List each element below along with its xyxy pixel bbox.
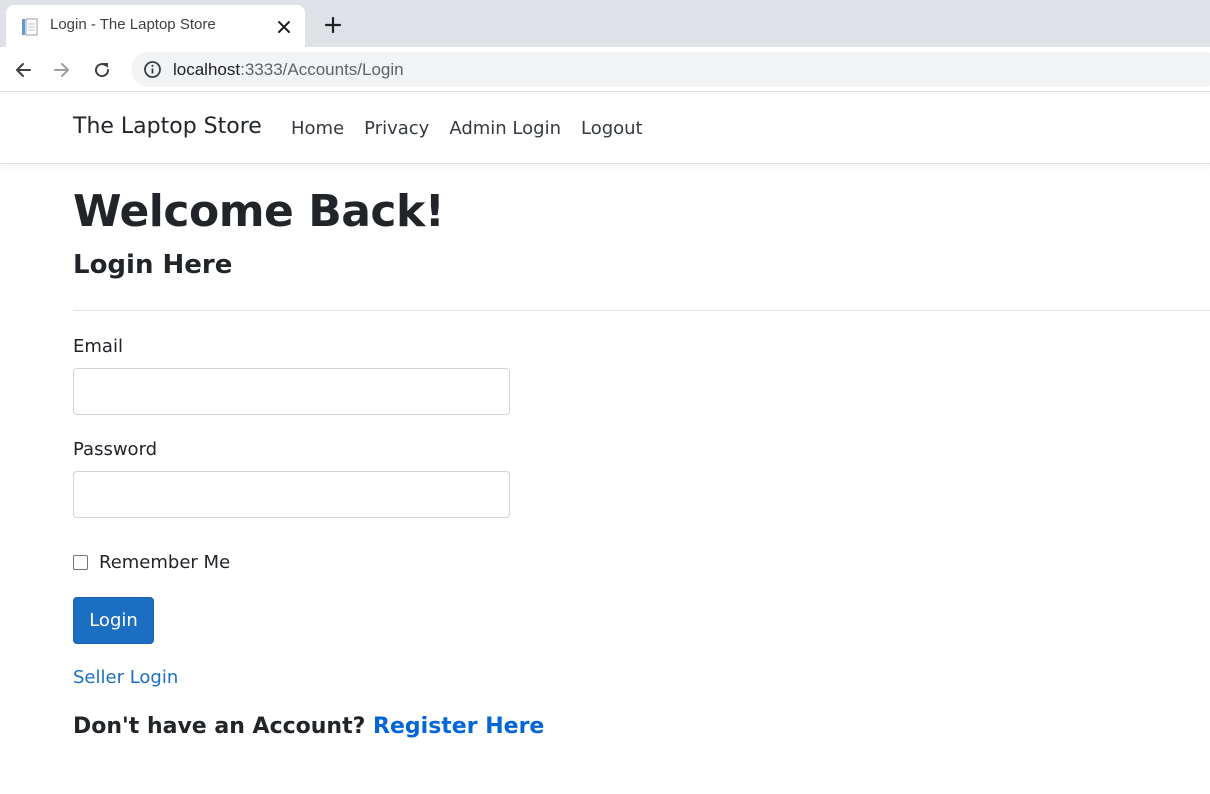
reload-icon[interactable]: [87, 55, 117, 85]
tab-title: Login - The Laptop Store: [50, 16, 216, 33]
address-bar[interactable]: localhost:3333/Accounts/Login: [131, 52, 1210, 87]
password-field[interactable]: [73, 471, 510, 518]
url-text: localhost:3333/Accounts/Login: [173, 60, 404, 80]
nav-link-home[interactable]: Home: [291, 118, 344, 139]
register-here-link[interactable]: Register Here: [373, 714, 544, 739]
site-info-icon[interactable]: [143, 60, 162, 79]
new-tab-plus-icon[interactable]: [320, 12, 346, 38]
browser-toolbar: localhost:3333/Accounts/Login: [0, 47, 1210, 92]
site-navbar: The Laptop Store Home Privacy Admin Logi…: [0, 93, 1210, 164]
back-arrow-icon[interactable]: [8, 55, 38, 85]
browser-tab-strip: Login - The Laptop Store: [0, 0, 1210, 47]
close-tab-icon[interactable]: [274, 17, 294, 37]
register-prompt-text: Don't have an Account?: [73, 714, 366, 739]
login-button[interactable]: Login: [73, 597, 154, 644]
nav-links: Home Privacy Admin Login Logout: [291, 118, 643, 139]
register-prompt-line: Don't have an Account? Register Here: [73, 714, 544, 739]
url-path: :3333/Accounts/Login: [240, 60, 404, 79]
header-divider: [73, 310, 1210, 311]
forward-arrow-icon[interactable]: [47, 55, 77, 85]
email-field[interactable]: [73, 368, 510, 415]
page-header: Welcome Back! Login Here: [73, 186, 1210, 280]
remember-me-row: Remember Me: [73, 552, 230, 573]
email-label: Email: [73, 336, 123, 357]
browser-tab[interactable]: Login - The Laptop Store: [6, 5, 305, 47]
seller-login-link[interactable]: Seller Login: [73, 667, 178, 688]
remember-me-checkbox[interactable]: [73, 555, 88, 570]
page-subtitle: Login Here: [73, 249, 233, 280]
page-favicon-icon: [20, 17, 40, 37]
nav-link-logout[interactable]: Logout: [581, 118, 643, 139]
navbar-brand[interactable]: The Laptop Store: [73, 114, 262, 139]
login-form: Email Password: [73, 336, 510, 518]
remember-me-label[interactable]: Remember Me: [99, 552, 230, 573]
nav-link-privacy[interactable]: Privacy: [364, 118, 429, 139]
page-title: Welcome Back!: [73, 186, 445, 237]
password-label: Password: [73, 439, 158, 460]
url-host: localhost: [173, 60, 241, 79]
nav-link-admin-login[interactable]: Admin Login: [449, 118, 561, 139]
